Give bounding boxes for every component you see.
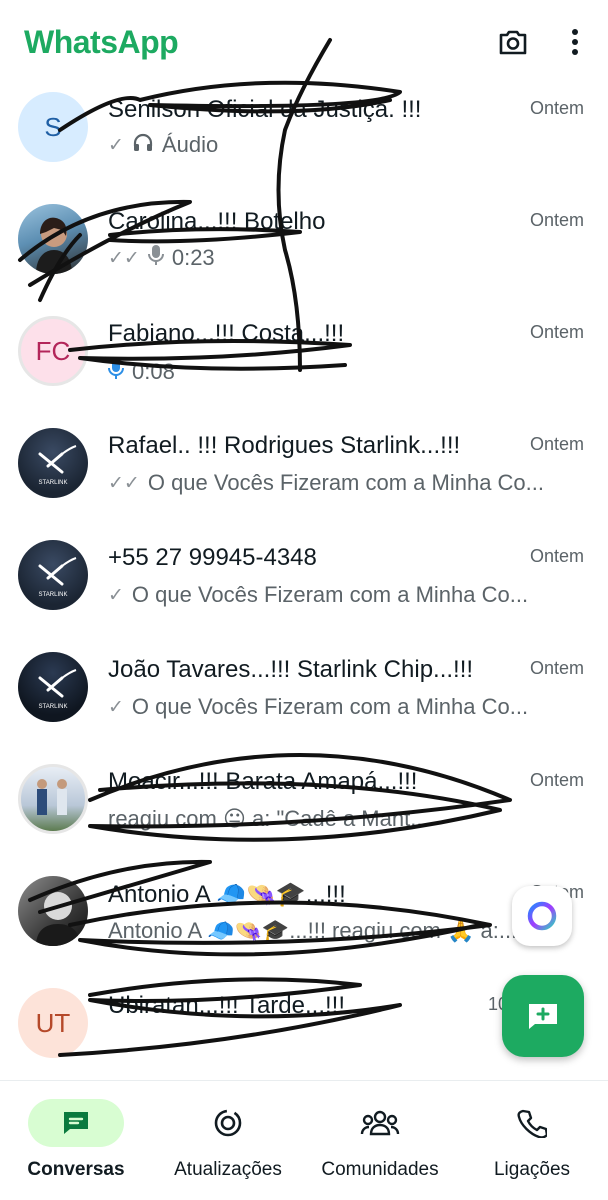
calls-icon xyxy=(517,1109,547,1138)
chat-name: Rafael.. !!! Rodrigues Starlink...!!! xyxy=(108,432,461,459)
chat-preview: Áudio xyxy=(161,132,219,157)
chat-time: Ontem xyxy=(529,322,584,342)
chat-time: Ontem xyxy=(529,770,584,790)
chat-time: Ontem xyxy=(529,546,584,566)
chat-preview: O que Vocês Fizeram com a Minha Co... xyxy=(131,582,529,607)
avatar-initials: S xyxy=(44,111,62,142)
chat-preview-row: ✓ Áudio xyxy=(108,132,218,158)
chat-preview: 0:08 xyxy=(132,359,175,384)
new-chat-icon xyxy=(529,1004,557,1029)
sent-check-icon: ✓ xyxy=(108,584,124,606)
chat-preview: O que Vocês Fizeram com a Minha Co... xyxy=(147,470,545,495)
chat-preview-row: ✓ O que Vocês Fizeram com a Minha Co... xyxy=(108,582,528,608)
avatar[interactable]: FC xyxy=(18,316,88,386)
nav-comunidades[interactable]: Comunidades xyxy=(310,1081,450,1200)
chat-preview: reagiu com 😐 a: "Cadê a Mant... xyxy=(108,806,429,831)
nav-icon-wrap xyxy=(484,1099,580,1147)
bottom-navigation: Conversas Atualizações Comunidades Ligaç… xyxy=(0,1080,608,1200)
chat-preview-row: ✓ O que Vocês Fizeram com a Minha Co... xyxy=(108,694,528,720)
chat-name: Senilson Oficial da Justiça. !!! xyxy=(108,96,422,123)
nav-label: Atualizações xyxy=(174,1159,282,1180)
nav-ligacoes[interactable]: Ligações xyxy=(462,1081,602,1200)
avatar-photo xyxy=(36,892,80,946)
chat-preview: Antonio A 🧢👒🎓...!!! reagiu com 🙏 a:... xyxy=(108,918,518,943)
avatar[interactable]: STARLINK xyxy=(18,652,88,722)
chat-row[interactable]: STARLINK Rafael.. !!! Rodrigues Starlink… xyxy=(0,424,608,536)
updates-icon xyxy=(214,1109,242,1137)
chat-time: Ontem xyxy=(529,434,584,454)
sent-check-icon: ✓ xyxy=(108,696,124,718)
chat-name: Ubiratan...!!! Tarde...!!! xyxy=(108,992,345,1019)
app-title: WhatsApp xyxy=(24,24,179,60)
headphones-icon xyxy=(132,132,154,158)
nav-label: Comunidades xyxy=(321,1159,439,1180)
chat-row[interactable]: FC Fabiano...!!! Costa...!!! Ontem 0:08 xyxy=(0,312,608,424)
chat-row[interactable]: Moacir...!!! Barata Amapá...!!! Ontem re… xyxy=(0,760,608,872)
starlink-logo-text: STARLINK xyxy=(39,480,68,486)
avatar-initials: FC xyxy=(35,335,71,366)
chats-icon xyxy=(64,1112,88,1134)
avatar[interactable]: S xyxy=(18,92,88,162)
chat-preview-row: reagiu com 😐 a: "Cadê a Mant... xyxy=(108,806,429,832)
chat-row[interactable]: Carolina...!!! Botelho Ontem ✓✓ 0:23 xyxy=(0,200,608,312)
avatar-photo xyxy=(37,779,67,815)
nav-label: Conversas xyxy=(27,1159,125,1180)
starlink-logo-icon: STARLINK xyxy=(38,557,77,598)
starlink-logo-icon: STARLINK xyxy=(38,669,77,710)
chat-preview-row: ✓✓ O que Vocês Fizeram com a Minha Co... xyxy=(108,470,544,496)
chat-name: Moacir...!!! Barata Amapá...!!! xyxy=(108,768,418,795)
nav-conversas[interactable]: Conversas xyxy=(6,1081,146,1200)
chat-preview: 0:23 xyxy=(171,245,215,270)
starlink-logo-icon: STARLINK xyxy=(38,445,77,486)
communities-icon xyxy=(360,1110,400,1136)
chat-name: +55 27 99945-4348 xyxy=(108,544,317,571)
sent-check-icon: ✓ xyxy=(108,134,124,156)
chat-name: João Tavares...!!! Starlink Chip...!!! xyxy=(108,656,474,683)
avatar[interactable]: STARLINK xyxy=(18,428,88,498)
nav-atualizacoes[interactable]: Atualizações xyxy=(158,1081,298,1200)
nav-active-pill xyxy=(28,1099,124,1147)
chat-name: Carolina...!!! Botelho xyxy=(108,208,326,235)
chat-row[interactable]: S Senilson Oficial da Justiça. !!! Ontem… xyxy=(0,88,608,200)
delivered-double-check-icon: ✓✓ xyxy=(108,247,140,269)
avatar[interactable]: UT xyxy=(18,988,88,1058)
nav-label: Ligações xyxy=(493,1159,571,1180)
chat-preview-row: Antonio A 🧢👒🎓...!!! reagiu com 🙏 a:... xyxy=(108,918,517,944)
avatar[interactable] xyxy=(18,876,88,946)
chat-name: Antonio A 🧢👒🎓...!!! xyxy=(108,881,346,908)
new-chat-button[interactable] xyxy=(502,975,584,1057)
more-vert-icon[interactable] xyxy=(557,24,593,60)
chat-preview-row: 0:08 xyxy=(108,358,175,386)
chat-name: Fabiano...!!! Costa...!!! xyxy=(108,320,345,347)
avatar-initials: UT xyxy=(35,1007,71,1038)
mic-icon xyxy=(147,244,164,272)
avatar[interactable]: STARLINK xyxy=(18,540,88,610)
chat-time: Ontem xyxy=(529,98,584,118)
nav-icon-wrap xyxy=(332,1099,428,1147)
avatar-photo xyxy=(36,217,72,274)
meta-ai-button[interactable] xyxy=(512,886,572,946)
camera-icon[interactable] xyxy=(495,24,531,60)
chat-time: Ontem xyxy=(529,658,584,678)
chat-time: Ontem xyxy=(529,210,584,230)
meta-ai-icon xyxy=(527,901,557,931)
mic-icon xyxy=(108,358,124,386)
starlink-logo-text: STARLINK xyxy=(39,592,68,598)
chat-preview-row: ✓✓ 0:23 xyxy=(108,244,215,272)
app-header: WhatsApp xyxy=(0,0,608,88)
avatar[interactable] xyxy=(18,204,88,274)
nav-icon-wrap xyxy=(180,1099,276,1147)
starlink-logo-text: STARLINK xyxy=(39,704,68,710)
chat-row[interactable]: STARLINK João Tavares...!!! Starlink Chi… xyxy=(0,648,608,760)
avatar[interactable] xyxy=(18,764,88,834)
delivered-double-check-icon: ✓✓ xyxy=(108,472,140,494)
chat-row[interactable]: STARLINK +55 27 99945-4348 Ontem ✓ O que… xyxy=(0,536,608,648)
chat-preview: O que Vocês Fizeram com a Minha Co... xyxy=(131,694,529,719)
